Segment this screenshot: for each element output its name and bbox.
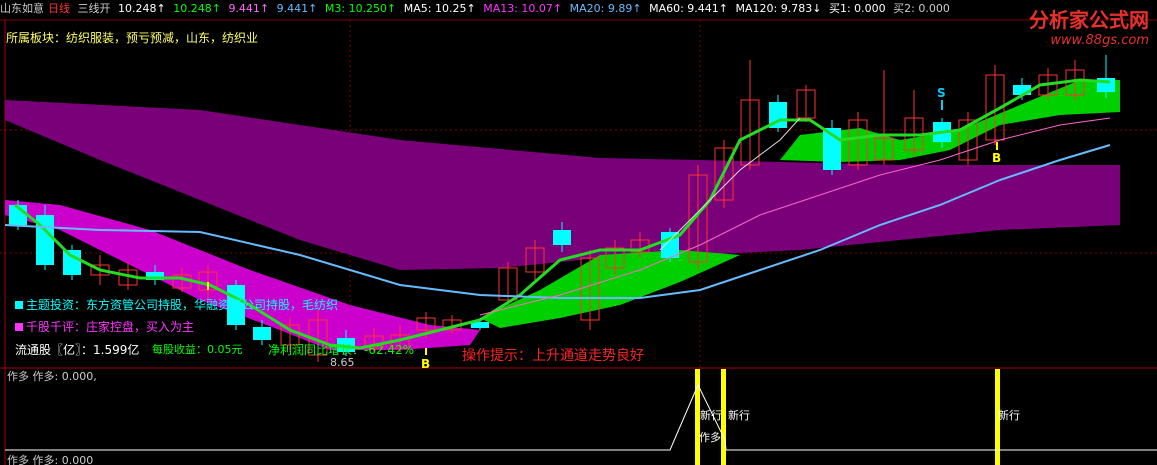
ma60-value: MA60: 9.441↑ bbox=[649, 2, 729, 15]
sub-indicator-panel: 新行 新行 新行 作多 作多 作多: 0.000, 作多 作多: 0.000 bbox=[5, 369, 1157, 465]
sell-marker: S bbox=[937, 86, 946, 110]
sub-title: 作多 作多: 0.000, bbox=[7, 369, 97, 383]
kline-chart[interactable]: B B S 8.65 新行 新行 新行 作多 作多 作多: 0.000, 作多 … bbox=[0, 0, 1157, 465]
sub-title-2: 作多 作多: 0.000 bbox=[7, 453, 93, 465]
site-logo: 分析家公式网 www.88gs.com bbox=[1029, 4, 1149, 48]
value-3: 9.441↑ bbox=[228, 2, 270, 15]
buy-marker-2: B bbox=[992, 142, 1001, 165]
value-2: 10.248↑ bbox=[173, 2, 221, 15]
theme-bullet-icon bbox=[15, 301, 23, 309]
sector-info: 所属板块：纺织服装，预亏预减，山东，纺织业 bbox=[6, 31, 259, 45]
m3-value: M3: 10.250↑ bbox=[324, 2, 397, 15]
indicator-header: 山东如意 日线 三线开 10.248↑ 10.248↑ 9.441↑ 9.441↑… bbox=[0, 0, 1157, 20]
signal-label-1: 新行 bbox=[700, 408, 722, 422]
candle bbox=[985, 65, 1005, 145]
ma120-value: MA120: 9.783↓ bbox=[735, 2, 822, 15]
float-shares: 流通股〖亿〗：1.599亿 bbox=[15, 343, 140, 357]
logo-url: www.88gs.com bbox=[1050, 33, 1149, 48]
eps-info: 每股收益：0.05元 bbox=[152, 343, 243, 356]
operation-tip: 操作提示：上升通道走势良好 bbox=[462, 348, 644, 364]
value-1: 10.248↑ bbox=[118, 2, 166, 15]
buy-marker-1-label: B bbox=[421, 357, 430, 371]
candle bbox=[823, 120, 841, 175]
signal-label-2: 新行 bbox=[728, 408, 750, 422]
profit-info: 净利润同比增长：-62.42% bbox=[268, 343, 415, 357]
review-bullet-icon bbox=[15, 323, 23, 331]
logo-text: 分析家公式网 bbox=[1029, 8, 1149, 32]
sub-line bbox=[5, 383, 1157, 451]
ma13-value: MA13: 10.07↑ bbox=[483, 2, 563, 15]
ma20-value: MA20: 9.89↑ bbox=[569, 2, 642, 15]
signal-zuo-label: 作多 bbox=[699, 430, 721, 444]
candle bbox=[1097, 55, 1115, 98]
candle bbox=[740, 60, 760, 170]
theme-text: 主题投资：东方资管公司持股，华融资管公司持股，毛纺织 bbox=[26, 298, 339, 312]
candle bbox=[769, 95, 787, 132]
value-4: 9.441↑ bbox=[276, 2, 318, 15]
buy-marker-1: B bbox=[421, 348, 430, 371]
buy1-value: 买1: 0.000 bbox=[828, 2, 886, 15]
candle bbox=[796, 85, 816, 122]
signal-label-3: 新行 bbox=[998, 408, 1020, 422]
review-text: 千股千评：庄家控盘，买入为主 bbox=[26, 320, 195, 334]
theme-info: 主题投资：东方资管公司持股，华融资管公司持股，毛纺织 bbox=[15, 296, 338, 313]
period-label[interactable]: 日线 bbox=[48, 2, 70, 15]
stock-name[interactable]: 山东如意 bbox=[0, 2, 44, 15]
sell-marker-label: S bbox=[937, 86, 946, 100]
ma5-value: MA5: 10.25↑ bbox=[403, 2, 476, 15]
review-info: 千股千评：庄家控盘，买入为主 bbox=[15, 318, 194, 335]
buy2-value: 买2: 0.000 bbox=[893, 2, 950, 15]
indicator-name: 三线开 bbox=[77, 2, 111, 15]
buy-marker-2-label: B bbox=[992, 151, 1001, 165]
